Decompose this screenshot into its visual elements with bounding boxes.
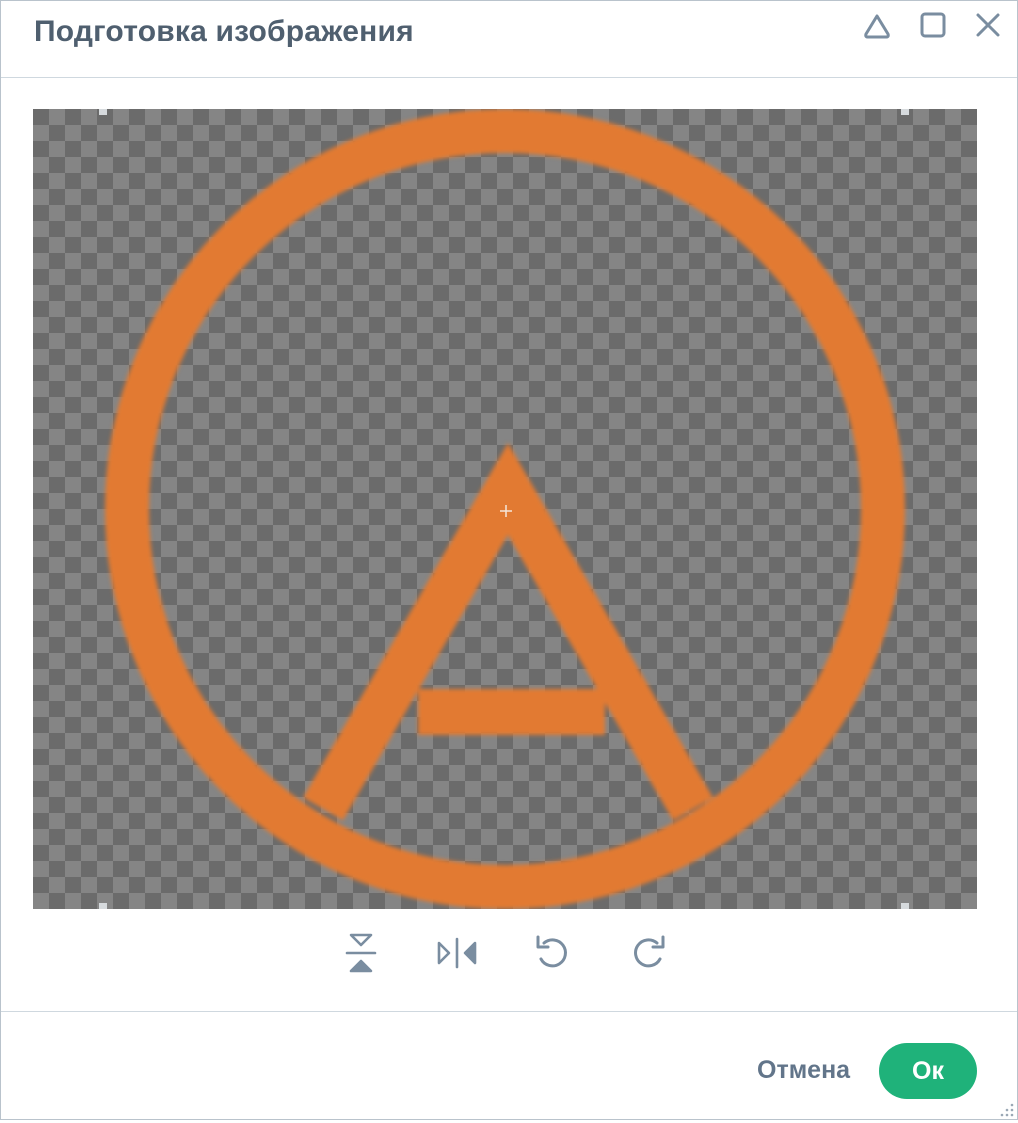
flip-vertical-icon: [337, 929, 385, 977]
collapse-button[interactable]: [857, 7, 897, 47]
cancel-button[interactable]: Отмена: [749, 1052, 858, 1088]
image-preparation-dialog: Подготовка изображения Отмена Ок: [0, 0, 1018, 1120]
rotate-right-button[interactable]: [625, 929, 673, 977]
close-icon: [968, 7, 1008, 47]
crop-handle-bottom-right[interactable]: [901, 903, 909, 909]
crop-handle-top-left[interactable]: [99, 109, 107, 115]
close-button[interactable]: [968, 7, 1008, 47]
triangle-collapse-icon: [857, 7, 897, 47]
ok-button[interactable]: Ок: [879, 1043, 977, 1099]
logo-letter-a: [303, 443, 713, 821]
crop-handle-top-right[interactable]: [901, 109, 909, 115]
rotate-left-button[interactable]: [528, 929, 576, 977]
maximize-button[interactable]: [913, 7, 953, 47]
dialog-footer: Отмена Ок: [1, 1011, 1017, 1120]
image-canvas[interactable]: [33, 109, 977, 909]
crop-handle-bottom-left[interactable]: [99, 903, 107, 909]
logo-image: [105, 109, 905, 909]
square-maximize-icon: [913, 7, 953, 47]
flip-vertical-button[interactable]: [337, 929, 385, 977]
rotate-right-icon: [625, 929, 673, 977]
image-tools: [1, 929, 1017, 979]
rotate-left-icon: [528, 929, 576, 977]
flip-horizontal-button[interactable]: [433, 929, 481, 977]
flip-horizontal-icon: [433, 929, 481, 977]
resize-grip-icon[interactable]: [997, 1100, 1015, 1118]
dialog-titlebar[interactable]: Подготовка изображения: [1, 1, 1017, 78]
dialog-title: Подготовка изображения: [34, 15, 414, 48]
